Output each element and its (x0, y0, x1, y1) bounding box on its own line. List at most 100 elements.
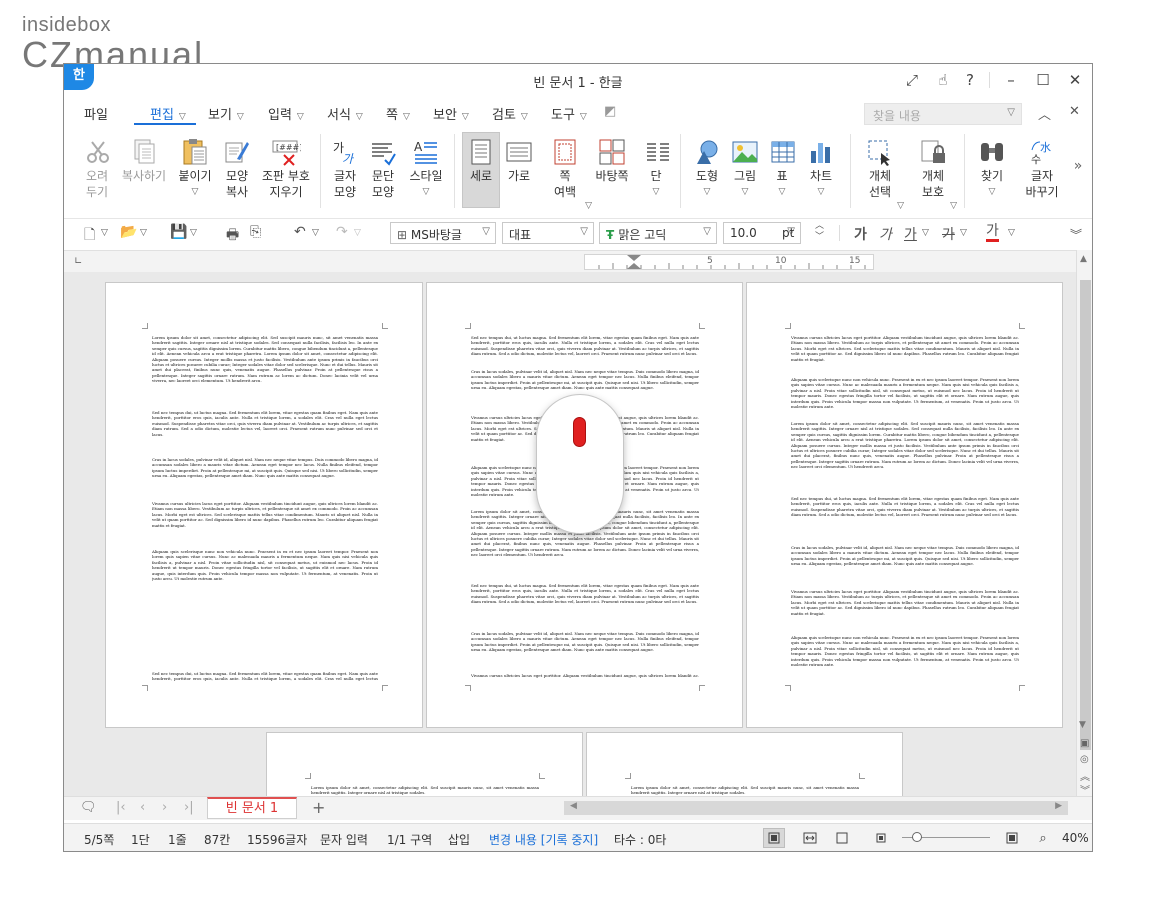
format-copy-button[interactable]: 모양 복사 (220, 136, 254, 200)
last-tab-icon[interactable]: ›| (184, 800, 194, 815)
close-ribbon-button[interactable]: ✕ (1069, 104, 1080, 119)
chevron-down-icon[interactable]: ▽ (922, 228, 929, 238)
vertical-scrollbar[interactable]: ▲ ▼ ▣ ◎ ︽ ︾ (1076, 250, 1092, 797)
toolbar-more-icon[interactable]: ︾ (1070, 226, 1082, 243)
char-shape-button[interactable]: 가가 글자 모양 (328, 136, 362, 200)
search-input[interactable]: 찾을 내용 ▽ (864, 103, 1022, 125)
page[interactable]: Lorem ipsum dolor sit amet, consectetur … (266, 732, 583, 796)
menu-page[interactable]: 쪽 ▽ (386, 104, 410, 123)
print-preview-icon[interactable]: ⎘ (250, 224, 261, 240)
scroll-up-icon[interactable]: ▲ (1080, 254, 1087, 264)
style-select[interactable]: 대표 ▽ (502, 222, 594, 244)
print-icon[interactable]: 🖶 (226, 224, 239, 248)
chevron-down-icon[interactable]: ▽ (1008, 228, 1015, 238)
save-icon[interactable]: 💾 (170, 224, 187, 240)
memo-icon[interactable]: 🗨 (80, 800, 97, 815)
paste-button[interactable]: 붙이기 ▽ (176, 136, 214, 200)
cut-button[interactable]: 오려 두기 (82, 136, 112, 200)
chevron-down-icon[interactable]: ▽ (101, 228, 108, 238)
page[interactable]: Lorem ipsum dolor sit amet, consectetur … (105, 282, 423, 728)
undo-icon[interactable]: ↶ (294, 224, 306, 240)
menu-tools[interactable]: 도구 ▽ (551, 104, 587, 123)
menu-security[interactable]: 보안 ▽ (433, 104, 469, 123)
chevron-down-icon[interactable]: ▽ (312, 228, 319, 238)
shape-button[interactable]: 도형 ▽ (690, 136, 724, 200)
doc-tab[interactable]: 빈 문서 1 (207, 797, 297, 819)
menu-insert[interactable]: 입력 ▽ (268, 104, 304, 123)
font-select[interactable]: Ŧ 맑은 고딕 ▽ (599, 222, 717, 244)
landscape-button[interactable]: 가로 (502, 136, 536, 184)
menu-file[interactable]: 파일 (84, 104, 108, 123)
chart-button[interactable]: 차트 ▽ (804, 136, 838, 200)
page[interactable]: Lorem ipsum dolor sit amet, consectetur … (586, 732, 903, 796)
menu-view[interactable]: 보기 ▽ (208, 104, 244, 123)
zoom-in-icon[interactable] (1001, 828, 1023, 848)
document-view[interactable]: Lorem ipsum dolor sit amet, consectetur … (64, 272, 1076, 796)
maximize-button[interactable]: ☐ (1030, 69, 1056, 91)
page-up-icon[interactable]: ︽ (1080, 768, 1090, 783)
add-tab-button[interactable]: + (312, 798, 325, 817)
minimize-button[interactable]: – (998, 69, 1024, 91)
object-select-button[interactable]: 개체 선택 ▽ (864, 136, 904, 211)
ribbon-more-button[interactable]: » (1070, 158, 1086, 174)
chevron-down-icon[interactable]: ▽ (190, 228, 197, 238)
font-color-icon[interactable]: 가 (986, 224, 999, 242)
object-protect-button[interactable]: 개체 보호 ▽ (917, 136, 957, 211)
zoom-out-icon[interactable] (870, 828, 892, 848)
status-track-changes[interactable]: 변경 내용 [기록 중지] (489, 831, 598, 848)
help-button[interactable]: ? (957, 69, 983, 91)
hand-pointer-icon[interactable]: ☝ (930, 69, 956, 91)
page-margin-button[interactable]: 쪽 여백 ▽ (544, 136, 592, 211)
columns-button[interactable]: 단 ▽ (642, 136, 670, 200)
collapse-ribbon-button[interactable]: ︿ (1038, 104, 1051, 123)
redo-icon[interactable]: ↷ (336, 224, 348, 240)
circle-icon[interactable]: ◎ (1080, 754, 1089, 765)
horizontal-scrollbar[interactable]: ◀ ▶ (564, 801, 1068, 815)
underline-icon[interactable]: 가 (904, 224, 917, 244)
page-down-icon[interactable]: ︾ (1080, 782, 1090, 797)
scroll-left-icon[interactable]: ◀ (570, 801, 577, 811)
status-input-mode[interactable]: 문자 입력 (320, 831, 368, 848)
page-border-button[interactable]: 바탕쪽 (592, 136, 632, 184)
width-view-icon[interactable] (799, 828, 821, 848)
view-split-icon[interactable]: ▣ (1080, 738, 1089, 749)
menu-format[interactable]: 서식 ▽ (327, 104, 363, 123)
new-doc-icon[interactable]: 🗋 (84, 224, 95, 248)
magnifier-icon[interactable]: ⌕ (1032, 828, 1054, 848)
fullscreen-icon[interactable]: ⤢ (899, 69, 925, 91)
replace-button[interactable]: 水수 글자 바꾸기 (1022, 136, 1062, 200)
zoom-slider-handle[interactable] (912, 832, 922, 842)
picture-button[interactable]: 그림 ▽ (728, 136, 762, 200)
tab-type-icon[interactable]: ∟ (74, 256, 82, 267)
font-size-input[interactable]: 10.0 pt ▽ (723, 222, 801, 244)
vertical-scroll-thumb[interactable] (1080, 280, 1091, 750)
menu-edit[interactable]: 편집 ▽ (150, 104, 186, 123)
chevron-down-icon[interactable]: ▽ (960, 228, 967, 238)
scroll-right-icon[interactable]: ▶ (1055, 801, 1062, 811)
font-lang-select[interactable]: ⊞ MS바탕글 ▽ (390, 222, 496, 244)
bold-icon[interactable]: 가 (854, 224, 867, 244)
italic-icon[interactable]: 가 (879, 224, 892, 244)
first-tab-icon[interactable]: |‹ (116, 800, 126, 815)
find-button[interactable]: 찾기 ▽ (976, 136, 1008, 200)
open-folder-icon[interactable]: 📂 (120, 224, 137, 240)
status-zoom[interactable]: 40% (1062, 831, 1089, 845)
puzzle-icon[interactable]: ◩ (604, 104, 616, 119)
style-button[interactable]: A 스타일 ▽ (406, 136, 446, 200)
scroll-down-icon[interactable]: ▼ (1079, 720, 1086, 730)
next-tab-icon[interactable]: › (162, 800, 167, 815)
table-button[interactable]: 표 ▽ (767, 136, 797, 200)
chevron-down-icon[interactable]: ▽ (354, 228, 361, 238)
copy-button[interactable]: 복사하기 (118, 136, 170, 184)
para-shape-button[interactable]: 문단 모양 (366, 136, 400, 200)
status-insert-mode[interactable]: 삽입 (448, 831, 470, 848)
page[interactable]: Vivamus cursus ultricies lacus eget port… (746, 282, 1063, 728)
close-button[interactable]: ✕ (1062, 69, 1088, 91)
chevron-down-icon[interactable]: ▽ (140, 228, 147, 238)
markup-clear-button[interactable]: [###] 조판 부호 지우기 (259, 136, 313, 200)
portrait-button[interactable]: 세로 (463, 136, 499, 184)
strikethrough-icon[interactable]: 가 (942, 224, 955, 244)
page-view-icon[interactable] (763, 828, 785, 848)
prev-tab-icon[interactable]: ‹ (140, 800, 145, 815)
full-page-view-icon[interactable] (831, 828, 853, 848)
